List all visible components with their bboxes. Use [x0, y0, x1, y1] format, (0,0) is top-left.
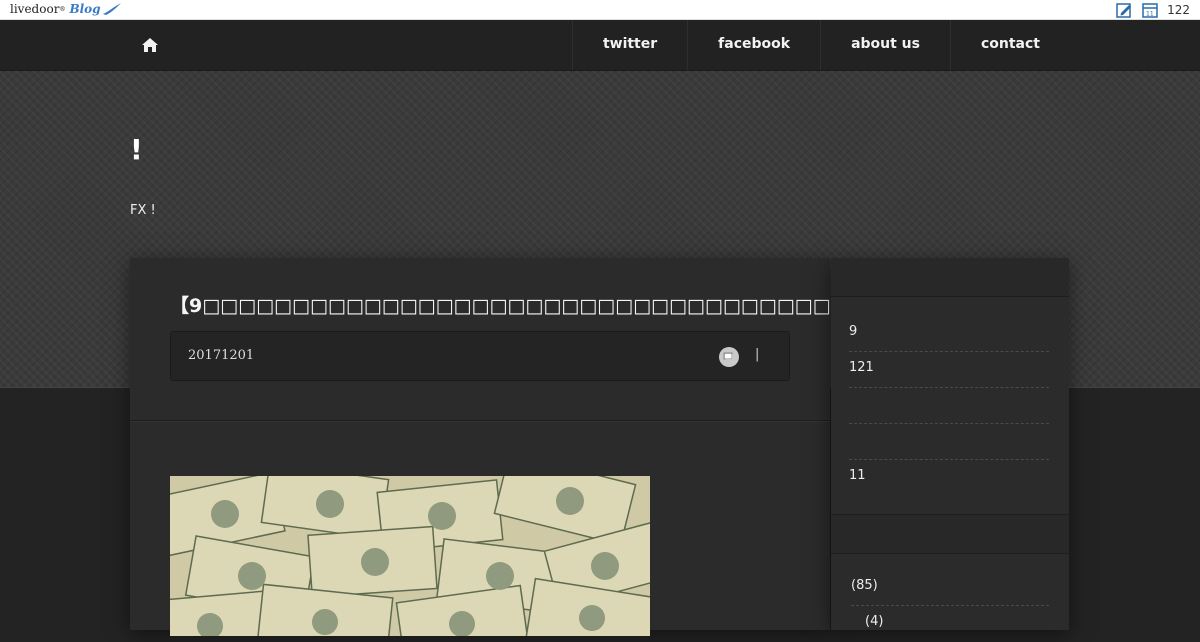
- nav-about-us[interactable]: about us: [820, 20, 950, 70]
- article-meta: 20171201 |: [170, 331, 790, 381]
- article-title[interactable]: 【9□□□□□□□□□□□□□□□□□□□□□□□□□□□□□□□□□□□: [170, 291, 831, 318]
- sidebar-heading-2: [831, 514, 1069, 554]
- article-title-glyphs: □□□□□□□□□□□□□□□□□□□□□□□□□□□□□□□□□□□: [202, 295, 831, 317]
- sidebar-item[interactable]: 9: [849, 316, 1049, 352]
- category-item[interactable]: (4): [851, 606, 1049, 642]
- sidebar-item[interactable]: [849, 424, 1049, 460]
- money-image: [170, 476, 650, 636]
- logo-blog-text: Blog: [69, 2, 101, 16]
- sidebar-item[interactable]: 11: [849, 460, 1049, 496]
- category-list: (85) (4): [851, 570, 1049, 642]
- article-body: [130, 421, 830, 636]
- edit-icon[interactable]: [1115, 1, 1133, 19]
- category-count: (4): [865, 614, 884, 629]
- article-date: 20171201: [188, 348, 255, 363]
- bird-icon: [102, 3, 121, 15]
- livedoor-logo[interactable]: livedoor ® Blog: [10, 2, 122, 16]
- sidebar-heading: [831, 258, 1069, 297]
- calendar-icon[interactable]: 11: [1141, 1, 1159, 19]
- calendar-count: 122: [1167, 3, 1190, 17]
- article-header: 【9□□□□□□□□□□□□□□□□□□□□□□□□□□□□□□□□□□□ 20…: [130, 258, 831, 421]
- nav-facebook[interactable]: facebook: [687, 20, 820, 70]
- article-title-text: 【9: [170, 295, 203, 317]
- sidebar: 9 121 11 (85) (4): [831, 258, 1069, 630]
- meta-separator: |: [755, 347, 760, 362]
- livedoor-bar: livedoor ® Blog 11 122: [0, 0, 1200, 20]
- sidebar-item[interactable]: 121: [849, 352, 1049, 388]
- article-panel: 【9□□□□□□□□□□□□□□□□□□□□□□□□□□□□□□□□□□□ 20…: [130, 258, 831, 636]
- nav-twitter[interactable]: twitter: [571, 20, 687, 70]
- comment-icon[interactable]: [719, 347, 739, 367]
- sidebar-item[interactable]: [849, 388, 1049, 424]
- home-icon[interactable]: [141, 37, 159, 53]
- logo-text: livedoor: [10, 2, 60, 16]
- logo-registered: ®: [59, 5, 66, 13]
- category-item[interactable]: (85): [851, 570, 1049, 606]
- site-description: FX !: [130, 203, 156, 218]
- nav-contact[interactable]: contact: [949, 20, 1070, 70]
- svg-text:11: 11: [1146, 11, 1154, 18]
- main-nav: twitter facebook about us contact: [0, 20, 1200, 71]
- sidebar-list: 9 121 11: [849, 316, 1049, 496]
- site-title[interactable]: !: [130, 133, 143, 166]
- category-count: (85): [851, 578, 878, 593]
